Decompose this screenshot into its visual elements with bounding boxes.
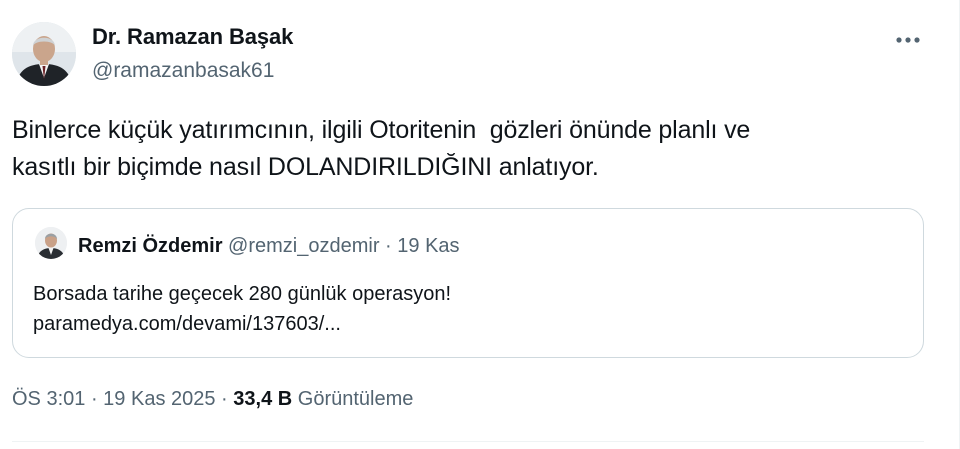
author-name[interactable]: Dr. Ramazan Başak — [92, 24, 293, 50]
quote-tweet-card[interactable]: Remzi Özdemir @remzi_ozdemir · 19 Kas Bo… — [12, 208, 924, 358]
tweet-date[interactable]: 19 Kas 2025 — [103, 388, 215, 410]
quote-separator: · — [379, 235, 398, 257]
more-options-button[interactable] — [888, 24, 928, 56]
author-avatar-image — [12, 22, 76, 86]
tweet-text: Binlerce küçük yatırımcının, ilgili Otor… — [12, 116, 751, 181]
quote-text-line: Borsada tarihe geçecek 280 günlük operas… — [33, 283, 452, 305]
quote-header: Remzi Özdemir @remzi_ozdemir · 19 Kas — [78, 235, 460, 258]
quote-text: Borsada tarihe geçecek 280 günlük operas… — [33, 279, 451, 339]
more-horizontal-icon — [896, 37, 920, 43]
quote-author-avatar[interactable] — [35, 227, 67, 259]
quote-author-avatar-image — [35, 227, 67, 259]
tweet-time[interactable]: ÖS 3:01 — [12, 388, 85, 410]
views-count: 33,4 B — [233, 388, 293, 410]
quote-author-handle[interactable]: @remzi_ozdemir — [228, 235, 379, 257]
divider — [12, 441, 924, 442]
quote-link[interactable]: paramedya.com/devami/137603/... — [33, 309, 451, 339]
meta-separator: · — [215, 388, 234, 410]
author-handle[interactable]: @ramazanbasak61 — [92, 59, 274, 83]
tweet-meta: ÖS 3:01 · 19 Kas 2025 · 33,4 B Görüntüle… — [12, 388, 413, 411]
quote-date[interactable]: 19 Kas — [397, 235, 459, 257]
author-avatar[interactable] — [12, 22, 76, 86]
meta-separator: · — [85, 388, 104, 410]
tweet: Dr. Ramazan Başak @ramazanbasak61 Binler… — [0, 0, 960, 449]
views-label: Görüntüleme — [297, 388, 414, 410]
quote-author-name[interactable]: Remzi Özdemir — [78, 235, 222, 257]
